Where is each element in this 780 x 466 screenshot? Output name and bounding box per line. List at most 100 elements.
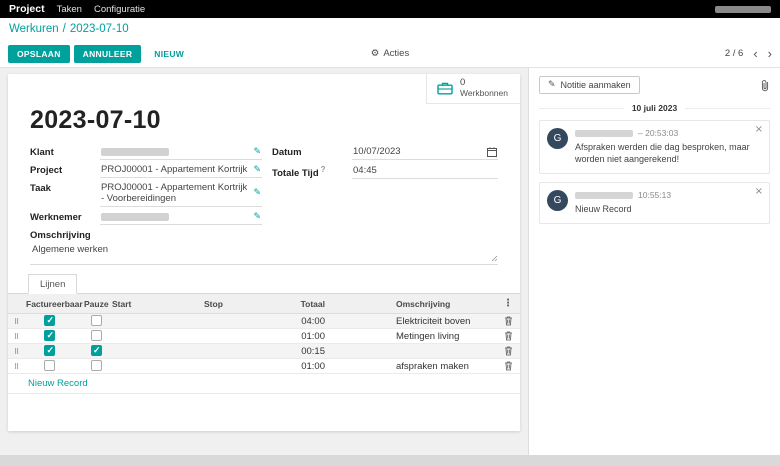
start-cell[interactable] xyxy=(110,358,202,374)
tab-lijnen[interactable]: Lijnen xyxy=(28,274,78,294)
stop-cell[interactable] xyxy=(202,313,286,329)
breadcrumb-current: 2023-07-10 xyxy=(69,23,129,35)
field-taak: Taak PROJ00001 - Appartement Kortrijk - … xyxy=(30,181,262,207)
drag-handle-icon[interactable]: ⠿ xyxy=(10,363,19,371)
message: G 10:55:13 Nieuw Record × xyxy=(539,182,770,225)
close-icon[interactable]: × xyxy=(755,124,763,135)
project-value[interactable]: PROJ00001 - Appartement Kortrijk xyxy=(101,164,249,175)
taak-value[interactable]: PROJ00001 - Appartement Kortrijk - Voorb… xyxy=(101,182,249,204)
drag-handle-icon[interactable]: ⠿ xyxy=(10,333,19,341)
topbar: Project Taken Configuratie xyxy=(0,0,780,18)
klant-input[interactable]: ✎ xyxy=(100,145,262,160)
col-pauze[interactable]: Pauze xyxy=(82,294,110,314)
totale-tijd-value: 04:45 xyxy=(353,164,377,176)
drag-handle-icon[interactable]: ⠿ xyxy=(10,318,19,326)
datum-input[interactable]: 10/07/2023 xyxy=(352,145,498,160)
field-datum: Datum 10/07/2023 xyxy=(272,145,498,160)
stop-cell[interactable] xyxy=(202,358,286,374)
taak-input[interactable]: PROJ00001 - Appartement Kortrijk - Voorb… xyxy=(100,181,262,207)
werknemer-input[interactable]: ✎ xyxy=(100,210,262,225)
totaal-cell[interactable]: 00:15 xyxy=(286,343,330,359)
omschrijving-cell[interactable]: afspraken maken xyxy=(330,358,496,374)
menu-configuratie[interactable]: Configuratie xyxy=(94,4,145,15)
facturerbaar-checkbox[interactable] xyxy=(44,360,55,372)
delete-row-icon[interactable] xyxy=(504,361,513,371)
discard-button[interactable]: ANNULEER xyxy=(73,44,142,63)
werkbonnen-stat-button[interactable]: 0 Werkbonnen xyxy=(425,74,520,104)
resize-handle-icon[interactable] xyxy=(491,255,498,262)
date-divider: 10 juli 2023 xyxy=(539,103,770,113)
button-box: 0 Werkbonnen xyxy=(8,74,520,104)
pager-next-icon[interactable]: › xyxy=(768,47,772,60)
totaal-cell[interactable]: 01:00 xyxy=(286,358,330,374)
totaal-cell[interactable]: 04:00 xyxy=(286,313,330,329)
pauze-checkbox[interactable] xyxy=(90,345,102,357)
help-icon[interactable]: ? xyxy=(321,165,326,174)
list-options-icon[interactable]: ⋮ xyxy=(503,298,513,309)
avatar: G xyxy=(547,128,568,149)
col-start[interactable]: Start xyxy=(110,294,202,314)
drag-handle-icon[interactable]: ⠿ xyxy=(10,348,19,356)
delete-row-icon[interactable] xyxy=(504,346,513,356)
chatter-panel: ✎ Notitie aanmaken 10 juli 2023 G – 20:5… xyxy=(528,68,780,455)
facturerbaar-checkbox[interactable] xyxy=(44,315,55,327)
pauze-checkbox[interactable] xyxy=(90,315,102,327)
add-record-link[interactable]: Nieuw Record xyxy=(8,374,520,394)
app-menu-project[interactable]: Project xyxy=(9,3,45,15)
field-totale-tijd: Totale Tijd? 04:45 xyxy=(272,163,498,180)
start-cell[interactable] xyxy=(110,343,202,359)
close-icon[interactable]: × xyxy=(755,186,763,197)
message-header: – 20:53:03 xyxy=(575,128,751,138)
table-header-row: Factureerbaar Pauze Start Stop Totaal Om… xyxy=(8,294,520,314)
actions-label: Acties xyxy=(383,48,410,59)
start-cell[interactable] xyxy=(110,328,202,344)
omschrijving-value: Algemene werken xyxy=(32,244,109,255)
facturerbaar-checkbox[interactable] xyxy=(44,330,55,342)
project-input[interactable]: PROJ00001 - Appartement Kortrijk ✎ xyxy=(100,163,262,178)
delete-row-icon[interactable] xyxy=(504,316,513,326)
col-stop[interactable]: Stop xyxy=(202,294,286,314)
record-title: 2023-07-10 xyxy=(30,106,161,134)
log-note-button[interactable]: ✎ Notitie aanmaken xyxy=(539,76,640,94)
actions-menu[interactable]: ⚙ Acties xyxy=(371,48,409,59)
breadcrumb-parent[interactable]: Werkuren xyxy=(9,23,59,35)
taak-label: Taak xyxy=(30,183,51,194)
pauze-checkbox[interactable] xyxy=(90,330,102,342)
edit-icon[interactable]: ✎ xyxy=(253,165,261,175)
col-omschrijving[interactable]: Omschrijving xyxy=(330,294,496,314)
message-body: Nieuw Record xyxy=(575,204,632,215)
field-klant: Klant ✎ xyxy=(30,145,262,160)
attachment-icon[interactable] xyxy=(760,79,770,92)
delete-row-icon[interactable] xyxy=(504,331,513,341)
col-totaal[interactable]: Totaal xyxy=(286,294,330,314)
chatter-toolbar: ✎ Notitie aanmaken xyxy=(539,76,770,94)
edit-icon[interactable]: ✎ xyxy=(253,147,261,157)
omschrijving-cell[interactable]: Elektriciteit boven xyxy=(330,313,496,329)
field-column-left: Klant ✎ Project PROJ00001 - Appartement … xyxy=(30,145,262,228)
start-cell[interactable] xyxy=(110,313,202,329)
table-row: ⠿ 00:15 xyxy=(8,343,520,359)
omschrijving-textarea[interactable]: Algemene werken xyxy=(30,241,498,265)
user-menu[interactable] xyxy=(715,5,771,13)
control-panel: OPSLAAN ANNULEER NIEUW ⚙ Acties 2 / 6 ‹ … xyxy=(0,40,780,68)
pager-prev-icon[interactable]: ‹ xyxy=(753,47,757,60)
facturerbaar-checkbox[interactable] xyxy=(44,345,55,357)
omschrijving-cell[interactable]: Metingen living xyxy=(330,328,496,344)
omschrijving-cell[interactable] xyxy=(330,343,496,359)
new-button[interactable]: NIEUW xyxy=(145,45,193,63)
calendar-icon[interactable] xyxy=(487,146,497,157)
totaal-cell[interactable]: 01:00 xyxy=(286,328,330,344)
pauze-checkbox[interactable] xyxy=(90,360,102,372)
klant-label: Klant xyxy=(30,147,54,158)
menu-taken[interactable]: Taken xyxy=(57,4,82,15)
edit-icon[interactable]: ✎ xyxy=(253,188,261,198)
stop-cell[interactable] xyxy=(202,328,286,344)
col-facturerbaar[interactable]: Factureerbaar xyxy=(24,294,83,314)
stop-cell[interactable] xyxy=(202,343,286,359)
totale-tijd-value-wrap: 04:45 xyxy=(352,163,498,180)
save-button[interactable]: OPSLAAN xyxy=(8,44,70,63)
message-time: – 20:53:03 xyxy=(638,128,679,138)
datum-value[interactable]: 10/07/2023 xyxy=(353,146,483,157)
notebook: Lijnen Factureerbaar Pauze Start Stop To… xyxy=(8,273,520,394)
edit-icon[interactable]: ✎ xyxy=(253,212,261,222)
